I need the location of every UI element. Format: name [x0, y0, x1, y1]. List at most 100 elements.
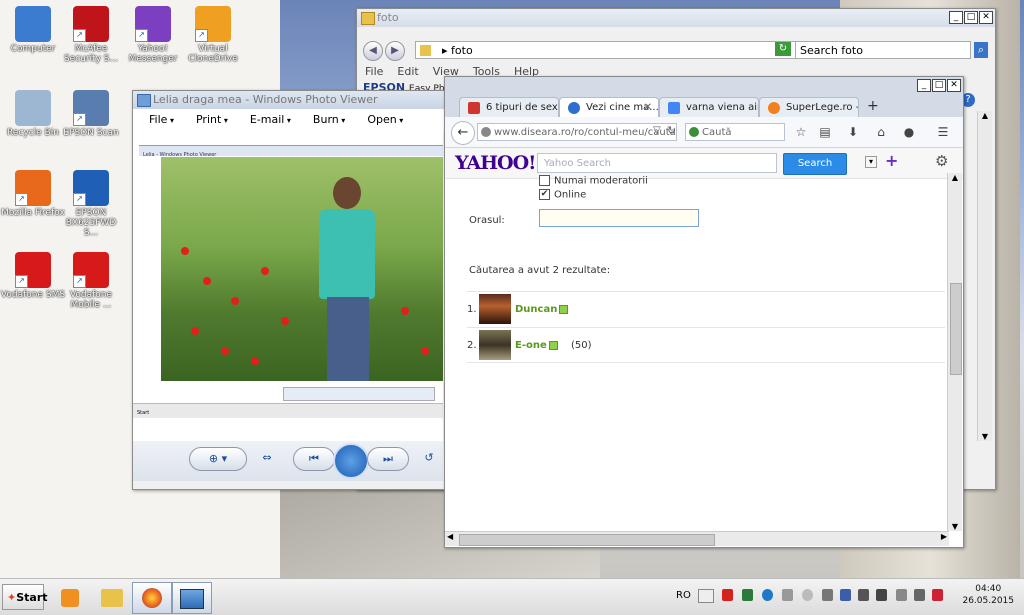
desktop-icon[interactable]: ↗ EPSON BX625FWD S...	[58, 170, 124, 238]
network-icon[interactable]	[822, 589, 833, 601]
flag-icon[interactable]	[896, 589, 907, 601]
photo-image[interactable]	[161, 157, 443, 381]
list-item[interactable]: 2. E-one (50)	[467, 327, 945, 363]
tray-app-icon[interactable]	[858, 589, 869, 601]
reload-icon[interactable]: ↻	[667, 124, 676, 137]
tray-app-icon[interactable]	[802, 589, 813, 601]
bookmark-star-icon[interactable]: ☆	[793, 124, 809, 140]
forward-button[interactable]: ▶	[385, 41, 405, 61]
desktop-icon[interactable]: ↗ Vodafone SMS	[0, 252, 66, 300]
rotate-icon[interactable]: ↺	[419, 447, 439, 469]
path-input[interactable]: ▸ foto ▾	[415, 41, 834, 59]
tray-app-icon[interactable]	[762, 589, 773, 601]
tab-google-search[interactable]: varna viena air...	[659, 97, 759, 117]
search-input[interactable]: Search foto ⌕	[795, 41, 988, 59]
tray-app-icon[interactable]	[914, 589, 925, 601]
minimize-button[interactable]: _	[949, 11, 963, 24]
page-vertical-scrollbar[interactable]: ▲ ▼	[947, 173, 962, 531]
taskbar-photo-viewer[interactable]	[172, 582, 212, 614]
menu-file[interactable]: File	[365, 65, 383, 78]
list-item[interactable]: 1. Duncan	[467, 291, 945, 326]
taskbar-firefox[interactable]	[132, 582, 172, 614]
start-button[interactable]: ✦Start	[2, 584, 48, 610]
desktop-icon[interactable]: ↗ Mozilla Firefox	[0, 170, 66, 218]
close-button[interactable]: ✕	[947, 79, 961, 92]
moderators-checkbox[interactable]	[539, 175, 550, 186]
dropdown-arrow-icon[interactable]: ▽	[653, 125, 661, 136]
taskbar-media-player[interactable]	[50, 582, 90, 614]
tray-app-icon[interactable]	[742, 589, 753, 601]
zoom-button[interactable]: ⊕ ▾	[189, 447, 247, 471]
avatar[interactable]	[479, 294, 511, 324]
menu-edit[interactable]: Edit	[397, 65, 418, 78]
back-button[interactable]: ◀	[363, 41, 383, 61]
firefox-search-input[interactable]: Caută	[685, 123, 785, 141]
taskbar-explorer[interactable]	[92, 582, 132, 614]
actual-size-button[interactable]: ⇔	[255, 447, 279, 469]
previous-button[interactable]: ⏮	[293, 447, 335, 471]
home-icon[interactable]: ⌂	[873, 124, 889, 140]
desktop-icon[interactable]: Recycle Bin	[0, 90, 66, 138]
url-bar[interactable]: www.diseara.ro/ro/contul-meu/cautare...	[477, 123, 677, 141]
desktop-icon[interactable]: Computer	[0, 6, 66, 54]
online-option[interactable]: ✔ Online	[539, 189, 586, 201]
menu-file[interactable]: File	[149, 109, 174, 131]
yahoo-search-button[interactable]: Search	[783, 153, 847, 175]
firefox-titlebar[interactable]: _ □ ✕	[445, 77, 963, 95]
desktop-icon[interactable]: ↗ McAfee Security S...	[58, 6, 124, 64]
maximize-button[interactable]: □	[932, 79, 946, 92]
download-icon[interactable]: ⬇	[845, 124, 861, 140]
scroll-right-arrow[interactable]: ▶	[941, 532, 947, 541]
explorer-titlebar[interactable]: foto _ □ ✕	[357, 9, 995, 27]
scroll-down-arrow[interactable]: ▼	[978, 432, 992, 441]
new-tab-button[interactable]: +	[867, 98, 879, 114]
tray-app-icon[interactable]	[876, 589, 887, 601]
clock[interactable]: 04:40 26.05.2015	[962, 583, 1014, 607]
settings-gear-icon[interactable]: ⚙	[935, 152, 948, 170]
desktop-icon[interactable]: ↗ EPSON Scan	[58, 90, 124, 138]
tab-superlege[interactable]: SuperLege.ro - ...	[759, 97, 859, 117]
tray-app-icon[interactable]	[840, 589, 851, 601]
tray-app-icon[interactable]	[722, 589, 733, 601]
photo-viewer-titlebar[interactable]: Lelia draga mea - Windows Photo Viewer	[133, 91, 445, 109]
scroll-left-arrow[interactable]: ◀	[447, 532, 453, 541]
next-button[interactable]: ⏭	[367, 447, 409, 471]
maximize-button[interactable]: □	[964, 11, 978, 24]
result-name[interactable]: E-one	[515, 340, 558, 351]
yahoo-logo[interactable]: YAHOO!	[455, 152, 536, 174]
moderators-option[interactable]: Numai moderatorii	[539, 175, 648, 187]
tray-app-icon[interactable]	[932, 589, 943, 601]
slideshow-button[interactable]	[333, 443, 369, 479]
close-button[interactable]: ✕	[979, 11, 993, 24]
close-tab-icon[interactable]: ✕	[644, 98, 652, 117]
city-input[interactable]	[539, 209, 699, 227]
avatar[interactable]	[479, 330, 511, 360]
hamburger-menu-icon[interactable]: ☰	[935, 124, 951, 140]
scroll-down-arrow[interactable]: ▼	[948, 522, 962, 531]
desktop-icon[interactable]: ↗ Yahoo! Messenger	[120, 6, 186, 64]
yahoo-search-input[interactable]: Yahoo Search	[537, 153, 777, 173]
page-horizontal-scrollbar[interactable]: ◀ ▶	[445, 531, 949, 546]
desktop-icon[interactable]: ↗ Vodafone Mobile ...	[58, 252, 124, 310]
menu-open[interactable]: Open	[367, 109, 403, 131]
explorer-scrollbar[interactable]: ▲ ▼	[977, 111, 992, 441]
menu-email[interactable]: E-mail	[250, 109, 291, 131]
tab-diseara[interactable]: Vezi cine ma... ✕	[559, 97, 659, 117]
toolbar-dropdown-icon[interactable]: ▾	[865, 156, 877, 168]
search-icon[interactable]: ⌕	[974, 42, 988, 58]
menu-burn[interactable]: Burn	[313, 109, 345, 131]
menu-print[interactable]: Print	[196, 109, 228, 131]
result-name[interactable]: Duncan	[515, 304, 569, 315]
refresh-icon[interactable]: ↻	[775, 42, 791, 56]
scroll-thumb[interactable]	[950, 283, 962, 375]
plus-icon[interactable]: +	[885, 151, 898, 170]
scroll-up-arrow[interactable]: ▲	[978, 111, 992, 120]
tab-sex-article[interactable]: 6 tipuri de sex ...	[459, 97, 559, 117]
scroll-up-arrow[interactable]: ▲	[948, 173, 962, 182]
online-checkbox[interactable]: ✔	[539, 189, 550, 200]
desktop-icon[interactable]: ↗ Virtual CloneDrive	[180, 6, 246, 64]
scroll-thumb[interactable]	[459, 534, 715, 546]
volume-icon[interactable]	[782, 589, 793, 601]
keyboard-icon[interactable]	[698, 589, 714, 603]
chat-icon[interactable]: ●	[901, 124, 917, 140]
